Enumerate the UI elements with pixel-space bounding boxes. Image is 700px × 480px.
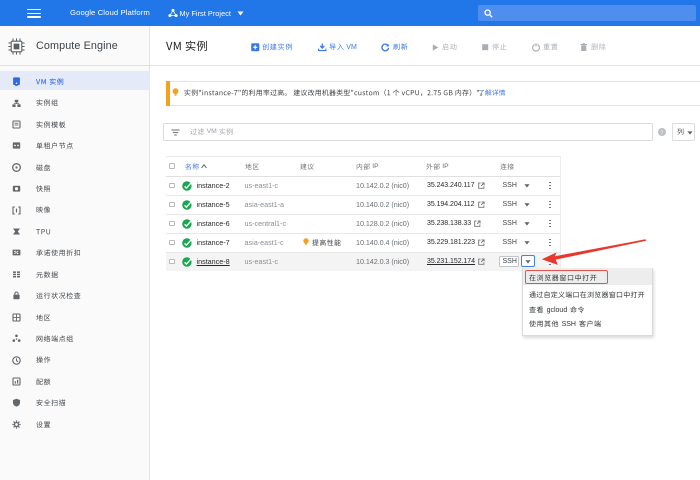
svg-text:?: ? xyxy=(661,129,664,136)
